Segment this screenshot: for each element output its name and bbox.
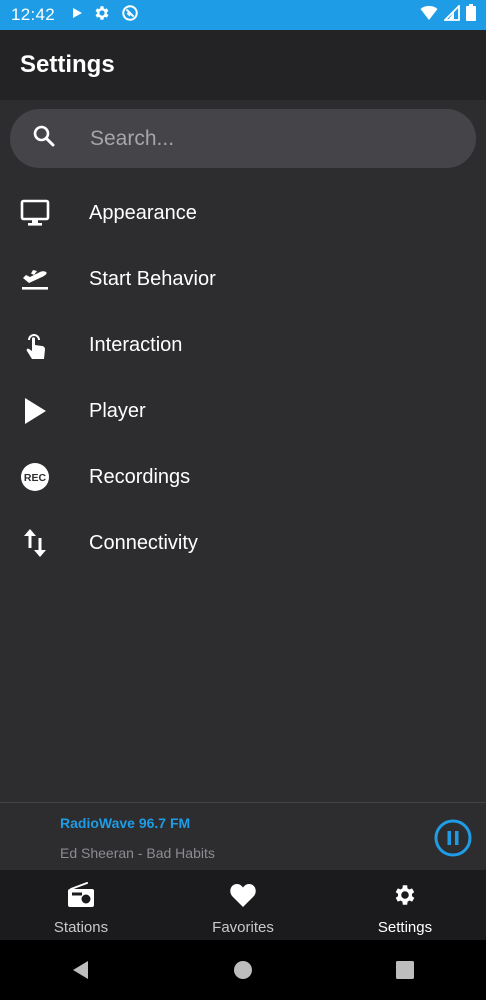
menu-item-label: Appearance <box>89 201 197 224</box>
tab-stations[interactable]: Stations <box>0 870 162 940</box>
search-input[interactable] <box>88 125 452 152</box>
touch-icon <box>1 325 69 365</box>
swap-vertical-icon <box>1 523 69 563</box>
gear-icon <box>93 4 111 27</box>
menu-item-start-behavior[interactable]: Start Behavior <box>0 246 486 312</box>
tab-label: Settings <box>377 919 433 936</box>
rec-icon: REC <box>1 457 69 497</box>
tab-settings[interactable]: Settings <box>324 870 486 940</box>
menu-item-appearance[interactable]: Appearance <box>0 180 486 246</box>
search-bar[interactable] <box>10 109 476 168</box>
tab-label: Favorites <box>212 919 274 936</box>
tab-favorites[interactable]: Favorites <box>162 870 324 940</box>
system-navigation-bar <box>0 940 486 1000</box>
menu-item-label: Recordings <box>89 465 191 488</box>
menu-item-connectivity[interactable]: Connectivity <box>0 510 486 576</box>
pause-button[interactable] <box>434 819 472 857</box>
menu-item-label: Connectivity <box>89 531 198 554</box>
station-name: RadioWave 96.7 FM <box>60 815 191 831</box>
app-bar: Settings <box>0 30 486 100</box>
radio-icon <box>67 882 95 913</box>
menu-item-label: Start Behavior <box>89 267 216 290</box>
page-title: Settings <box>20 51 115 78</box>
status-time: 12:42 <box>11 5 56 24</box>
monitor-icon <box>1 193 69 233</box>
back-icon <box>73 961 88 979</box>
back-button[interactable] <box>51 950 111 990</box>
home-button[interactable] <box>213 950 273 990</box>
menu-item-label: Player <box>89 399 146 422</box>
heart-icon <box>229 882 257 913</box>
now-playing-bar[interactable]: RadioWave 96.7 FM Ed Sheeran - Bad Habit… <box>0 802 486 871</box>
menu-item-interaction[interactable]: Interaction <box>0 312 486 378</box>
signal-icon <box>442 3 460 26</box>
wifi-icon <box>420 5 438 26</box>
track-title: Ed Sheeran - Bad Habits <box>60 845 215 861</box>
recents-icon <box>396 961 414 979</box>
play-icon <box>1 391 69 431</box>
bottom-navigation: Stations Favorites Settings <box>0 870 486 940</box>
battery-icon <box>466 4 476 26</box>
play-icon <box>71 6 83 24</box>
svg-text:REC: REC <box>24 472 47 484</box>
settings-menu: Appearance Start Behavior Interaction Pl… <box>0 180 486 576</box>
home-icon <box>234 961 252 979</box>
data-saver-icon <box>121 4 139 27</box>
status-bar: 12:42 <box>0 0 486 30</box>
menu-item-player[interactable]: Player <box>0 378 486 444</box>
flight-takeoff-icon <box>1 259 69 299</box>
menu-item-recordings[interactable]: REC Recordings <box>0 444 486 510</box>
pause-icon <box>434 819 472 857</box>
menu-item-label: Interaction <box>89 333 183 356</box>
recents-button[interactable] <box>375 950 435 990</box>
search-icon <box>32 124 56 153</box>
gear-icon <box>392 882 418 913</box>
tab-label: Stations <box>53 919 109 936</box>
